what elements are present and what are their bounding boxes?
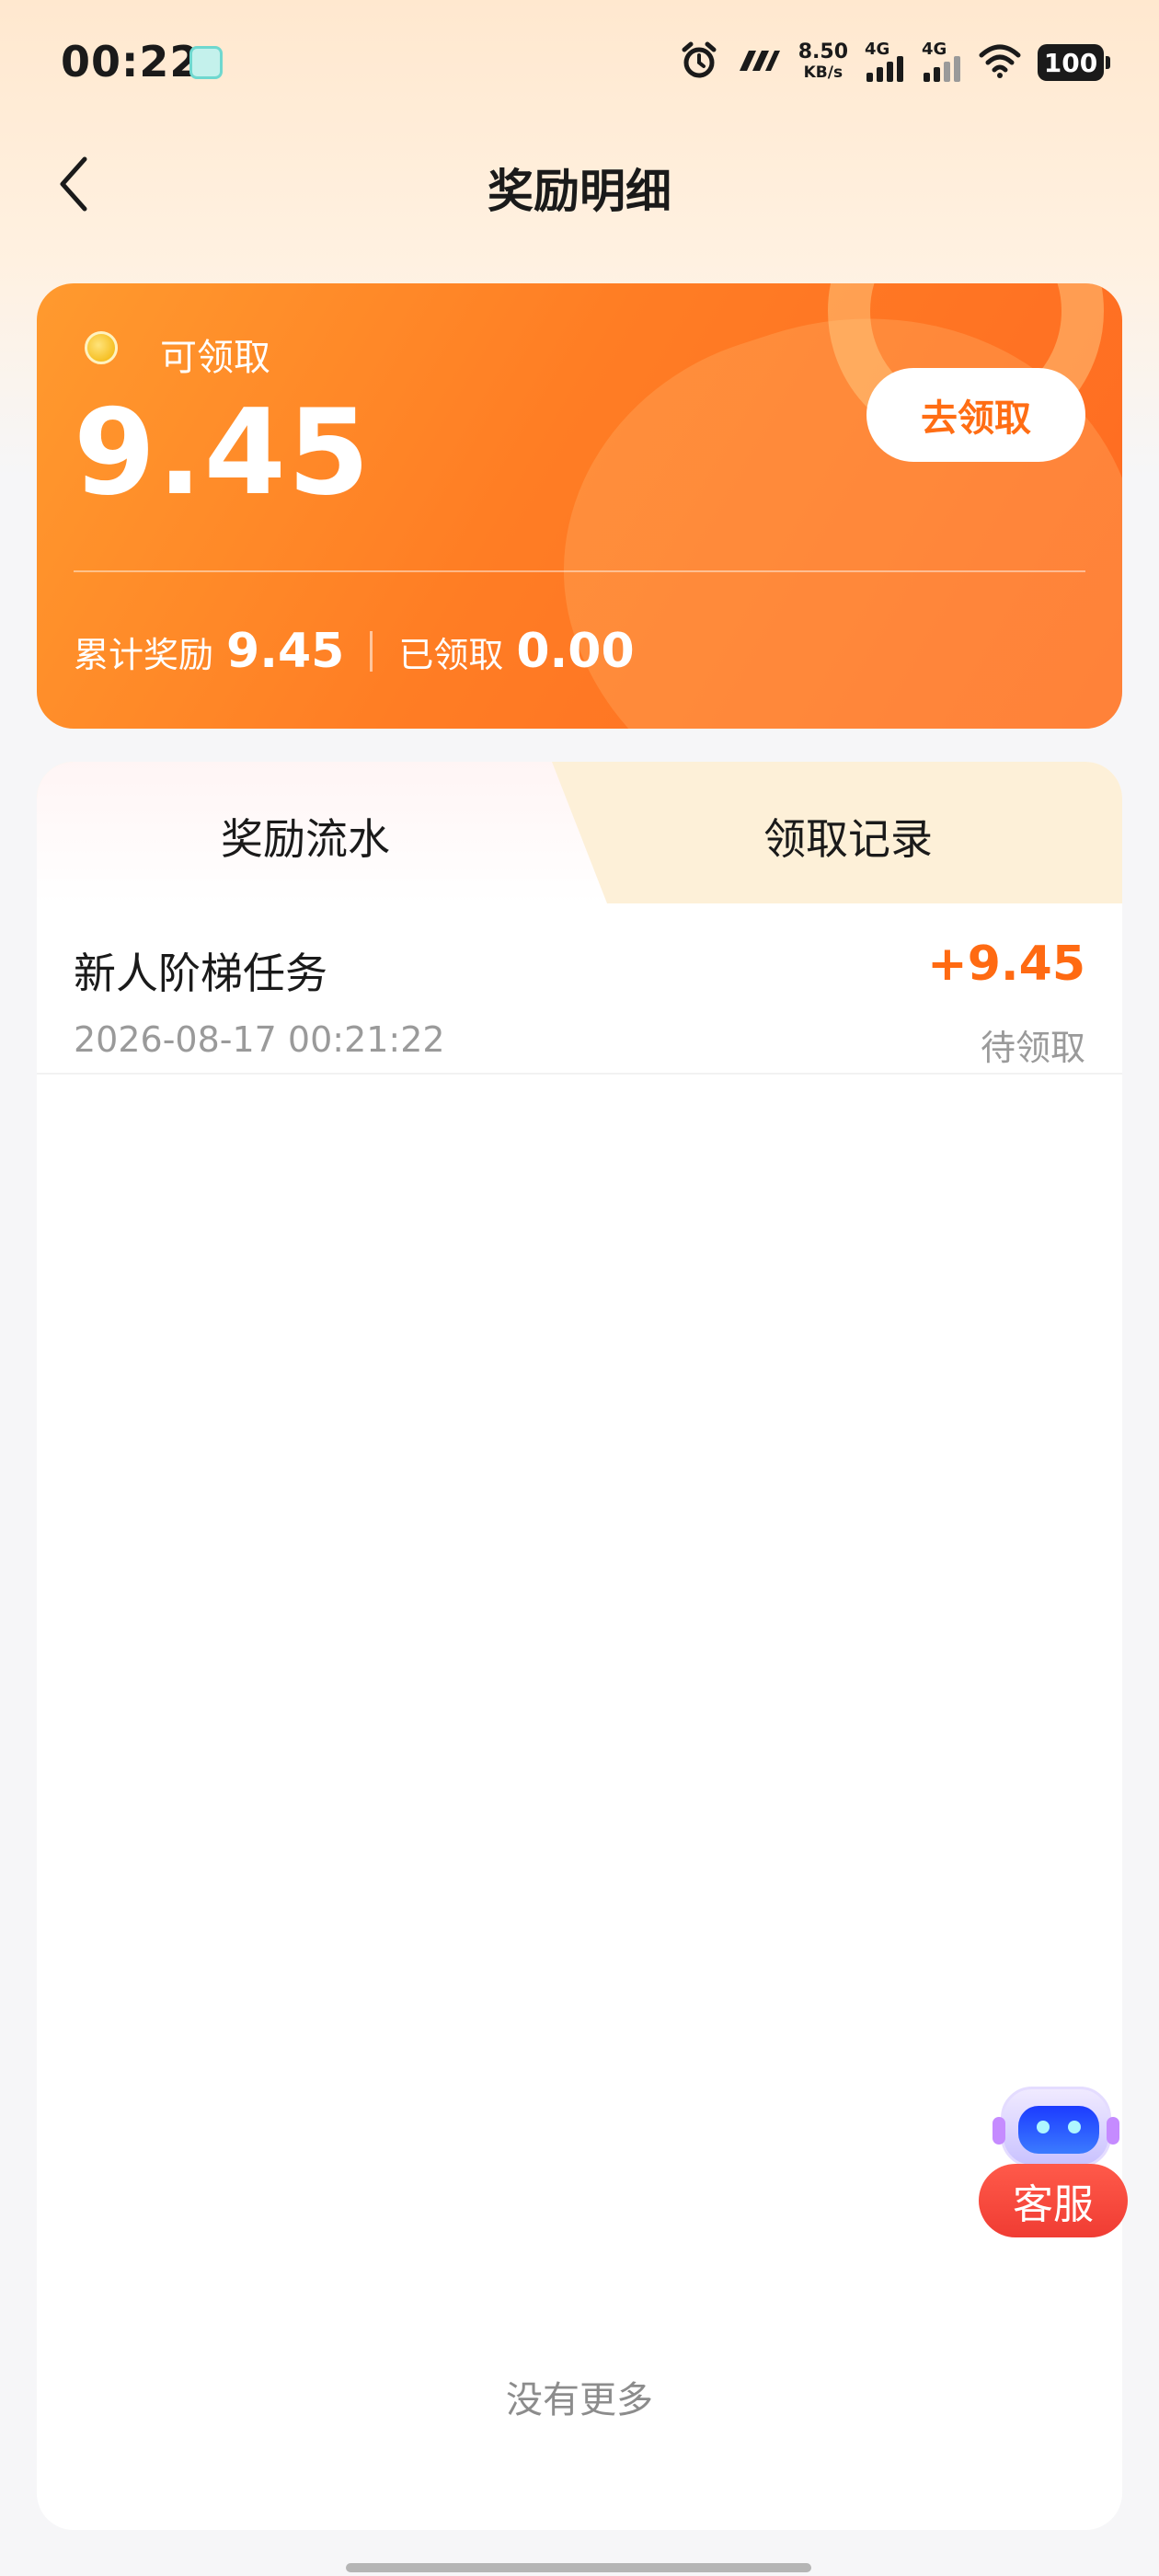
claim-button[interactable]: 去领取 xyxy=(866,368,1085,462)
reward-stats: 累计奖励 9.45 已领取 0.00 xyxy=(74,624,635,679)
list-item: 新人阶梯任务 2026-08-17 00:21:22 +9.45 待领取 xyxy=(37,903,1122,1075)
home-indicator[interactable] xyxy=(346,2563,811,2572)
customer-service-button[interactable]: 客服 xyxy=(977,2081,1131,2237)
status-time: 00:22 xyxy=(61,37,201,86)
wifi-icon xyxy=(979,42,1021,83)
signal-bars-icon xyxy=(866,56,903,82)
robot-icon xyxy=(993,2087,1119,2168)
record-title: 新人阶梯任务 xyxy=(74,949,327,998)
stat-separator xyxy=(370,631,373,672)
claimed-label: 已领取 xyxy=(398,635,504,675)
status-bar: 00:22 8.50 KB/s 4G 4G 100 xyxy=(0,0,1159,129)
coin-icon xyxy=(85,331,118,364)
status-icons: 8.50 KB/s 4G 4G 100 xyxy=(679,37,1110,88)
claimed-value: 0.00 xyxy=(516,624,635,679)
signal-2: 4G xyxy=(922,40,962,86)
customer-service-label: 客服 xyxy=(979,2164,1128,2237)
navigation-header: 奖励明细 xyxy=(0,138,1159,230)
network-speed-unit: KB/s xyxy=(803,63,843,82)
reward-list-panel: 奖励流水 领取记录 新人阶梯任务 2026-08-17 00:21:22 +9.… xyxy=(37,762,1122,2530)
claimable-label: 可领取 xyxy=(160,337,270,379)
signal-bars-icon xyxy=(924,56,960,82)
robot-ear xyxy=(1107,2117,1119,2145)
nfc-icon xyxy=(736,47,782,78)
record-status: 待领取 xyxy=(980,1028,1085,1068)
signal-1: 4G xyxy=(865,40,905,86)
robot-ear xyxy=(993,2117,1005,2145)
network-speed: 8.50 KB/s xyxy=(798,42,848,83)
tab-claim-records[interactable]: 领取记录 xyxy=(763,806,933,867)
total-reward-value: 9.45 xyxy=(226,624,345,679)
claimable-amount: 9.45 xyxy=(74,385,372,522)
no-more-text: 没有更多 xyxy=(506,2379,653,2421)
reward-summary-card: 可领取 9.45 去领取 累计奖励 9.45 已领取 0.00 xyxy=(37,283,1122,729)
alarm-icon xyxy=(679,40,719,85)
total-reward-label: 累计奖励 xyxy=(74,635,214,675)
tab-bar: 奖励流水 领取记录 xyxy=(37,762,1122,903)
record-amount: +9.45 xyxy=(927,937,1085,992)
page-title: 奖励明细 xyxy=(488,165,671,218)
app-notification-icon xyxy=(189,46,223,79)
battery-icon: 100 xyxy=(1038,44,1110,81)
record-time: 2026-08-17 00:21:22 xyxy=(74,1019,445,1060)
network-speed-value: 8.50 xyxy=(798,40,848,63)
card-divider xyxy=(74,570,1085,572)
tab-reward-flow[interactable]: 奖励流水 xyxy=(221,806,390,867)
robot-face xyxy=(1018,2106,1099,2154)
robot-eye xyxy=(1068,2121,1081,2133)
robot-eye xyxy=(1037,2121,1050,2133)
